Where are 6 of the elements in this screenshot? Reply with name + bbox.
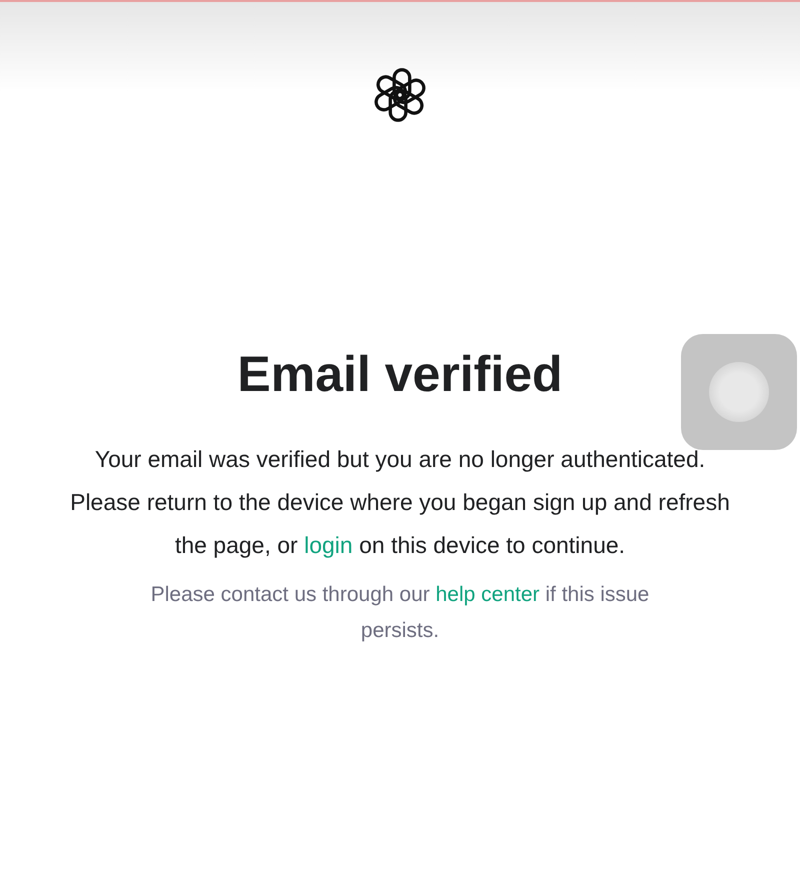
floating-touch-button[interactable] <box>681 334 797 450</box>
message-text: Your email was verified but you are no longer authenticated. Please return to the device where you began sign up and refresh the page, or login on this device to continue. <box>70 445 730 560</box>
help-center-link[interactable]: help center <box>436 583 540 606</box>
login-link[interactable]: login <box>304 532 353 558</box>
page-title: Email verified <box>237 345 563 404</box>
help-text: Please contact us through our help center if this issue persists. <box>150 582 650 644</box>
